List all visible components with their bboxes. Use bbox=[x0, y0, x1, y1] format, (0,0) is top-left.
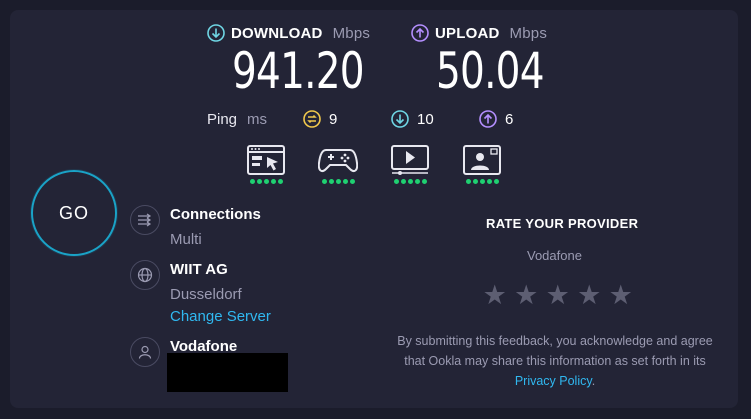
video-streaming-dots bbox=[393, 179, 427, 184]
web-browsing-icon bbox=[247, 145, 285, 175]
ping-download: 10 bbox=[391, 108, 434, 130]
download-value: 941.20 bbox=[232, 42, 365, 100]
upload-label: UPLOAD bbox=[435, 24, 500, 42]
ping-idle-value: 9 bbox=[329, 110, 338, 128]
video-streaming-rating[interactable] bbox=[390, 145, 430, 189]
upload-header: UPLOAD Mbps bbox=[411, 23, 547, 43]
feedback-disclaimer: By submitting this feedback, you acknowl… bbox=[392, 331, 718, 391]
ping-upload: 6 bbox=[479, 108, 513, 130]
star-3-icon[interactable]: ★ bbox=[544, 282, 572, 309]
star-1-icon[interactable]: ★ bbox=[481, 282, 509, 309]
gaming-icon bbox=[318, 149, 358, 172]
download-header: DOWNLOAD Mbps bbox=[207, 23, 370, 43]
disclaimer-text: By submitting this feedback, you acknowl… bbox=[397, 334, 713, 368]
connections-value: Multi bbox=[170, 231, 202, 248]
connections-title: Connections bbox=[170, 206, 261, 223]
star-4-icon[interactable]: ★ bbox=[576, 282, 604, 309]
download-unit: Mbps bbox=[332, 24, 371, 42]
web-browsing-dots bbox=[249, 179, 283, 184]
connections-icon bbox=[130, 205, 160, 235]
rate-provider-name: Vodafone bbox=[527, 248, 582, 263]
web-browsing-rating[interactable] bbox=[246, 145, 286, 189]
upload-latency-icon bbox=[479, 110, 497, 128]
disclaimer-end: . bbox=[591, 374, 596, 388]
upload-arrow-icon bbox=[411, 24, 429, 42]
upload-unit: Mbps bbox=[509, 24, 548, 42]
video-chat-dots bbox=[465, 179, 499, 184]
rate-provider-title: RATE YOUR PROVIDER bbox=[486, 216, 639, 231]
server-name: WIIT AG bbox=[170, 261, 228, 278]
server-location: Dusseldorf bbox=[170, 286, 242, 303]
ping-unit: ms bbox=[247, 110, 268, 128]
ping-idle: 9 bbox=[303, 108, 337, 130]
idle-latency-icon bbox=[303, 110, 321, 128]
redacted-ip-block bbox=[167, 353, 288, 392]
ping-upload-value: 6 bbox=[505, 110, 514, 128]
privacy-policy-link[interactable]: Privacy Policy bbox=[515, 374, 592, 388]
gaming-dots bbox=[321, 179, 355, 184]
video-streaming-icon bbox=[391, 145, 429, 175]
star-rating[interactable]: ★ ★ ★ ★ ★ bbox=[481, 282, 635, 309]
user-icon bbox=[130, 337, 160, 367]
star-2-icon[interactable]: ★ bbox=[513, 282, 541, 309]
ping-download-value: 10 bbox=[417, 110, 434, 128]
globe-icon bbox=[130, 260, 160, 290]
video-chat-rating[interactable] bbox=[462, 145, 502, 189]
video-chat-icon bbox=[463, 145, 501, 175]
download-label: DOWNLOAD bbox=[231, 24, 323, 42]
gaming-rating[interactable] bbox=[318, 145, 358, 189]
upload-value: 50.04 bbox=[436, 42, 545, 100]
go-button[interactable]: GO bbox=[31, 170, 117, 256]
change-server-link[interactable]: Change Server bbox=[170, 308, 271, 325]
ping-label: Ping bbox=[207, 110, 238, 128]
ping-row: Ping ms bbox=[207, 108, 267, 130]
star-5-icon[interactable]: ★ bbox=[607, 282, 635, 309]
download-arrow-icon bbox=[207, 24, 225, 42]
download-latency-icon bbox=[391, 110, 409, 128]
